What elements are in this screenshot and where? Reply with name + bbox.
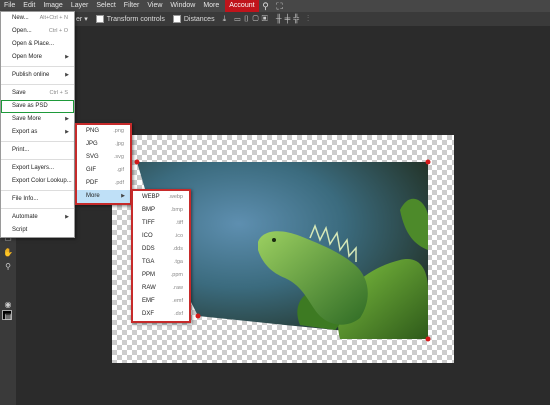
format-label: PNG	[86, 128, 100, 134]
menu-item-export-color-lookup[interactable]: Export Color Lookup...	[1, 175, 74, 188]
format-label: BMP	[142, 207, 156, 213]
menu-item-label: Automate	[12, 214, 38, 220]
export-gif[interactable]: GIF .gif	[77, 164, 130, 177]
chevron-right-icon: ▶	[65, 54, 69, 60]
more-formats-submenu: WEBP .webp BMP .bmp TIFF .tiff ICO .ico DDS.…	[131, 189, 191, 323]
export-webp[interactable]: WEBP .webp	[133, 191, 189, 204]
format-label: PDF	[86, 180, 98, 186]
export-ico[interactable]: ICO .ico	[133, 230, 189, 243]
transform-handle	[425, 159, 431, 165]
format-label: TIFF	[142, 220, 155, 226]
shortcut-label: Alt+Ctrl + N	[39, 15, 68, 21]
menu-item-publish-online[interactable]: Publish online ▶	[1, 69, 74, 82]
shortcut-label: Ctrl + O	[48, 28, 68, 34]
format-label: DDS	[142, 246, 155, 252]
format-label: SVG	[86, 154, 99, 160]
export-as-submenu: PNG .png JPG .jpg SVG .svg GIF .gif PDF .pdf …	[75, 123, 132, 205]
menu-item-label: Open More	[12, 54, 43, 60]
extension-label: .tiff	[175, 220, 183, 226]
chevron-right-icon: ▶	[65, 116, 69, 122]
export-svg[interactable]: SVG .svg	[77, 151, 130, 164]
chevron-right-icon: ▶	[121, 193, 125, 199]
menu-item-print[interactable]: Print...	[1, 144, 74, 157]
export-jpg[interactable]: JPG .jpg	[77, 138, 130, 151]
export-ppm[interactable]: PPM .ppm	[133, 269, 189, 282]
export-dds[interactable]: DDS .dds	[133, 243, 189, 256]
chevron-right-icon: ▶	[65, 129, 69, 135]
extension-label: .pdf	[114, 180, 124, 186]
format-label: WEBP	[142, 194, 160, 200]
export-raw[interactable]: RAW .raw	[133, 282, 189, 295]
menu-item-automate[interactable]: Automate ▶	[1, 211, 74, 224]
menu-item-new[interactable]: New... Alt+Ctrl + N	[1, 12, 74, 25]
export-bmp[interactable]: BMP .bmp	[133, 204, 189, 217]
menu-item-open-more[interactable]: Open More ▶	[1, 51, 74, 64]
extension-label: .ico	[174, 233, 183, 239]
transform-handle	[134, 159, 140, 165]
export-tga[interactable]: TGA .tga	[133, 256, 189, 269]
export-tiff[interactable]: TIFF .tiff	[133, 217, 189, 230]
format-label: RAW	[142, 285, 156, 291]
menu-item-open[interactable]: Open... Ctrl + O	[1, 25, 74, 38]
iguana-eye	[272, 238, 276, 242]
format-label: EMF	[142, 298, 155, 304]
menu-item-save-as-psd[interactable]: Save as PSD	[1, 100, 74, 113]
transform-handle	[195, 313, 201, 319]
menu-item-script[interactable]: Script	[1, 224, 74, 237]
export-png[interactable]: PNG .png	[77, 125, 130, 138]
chevron-right-icon: ▶	[65, 214, 69, 220]
menu-item-label: Open...	[12, 28, 32, 34]
chevron-right-icon: ▶	[65, 72, 69, 78]
menu-divider	[1, 141, 74, 142]
export-dxf[interactable]: DXF .dxf	[133, 308, 189, 321]
menu-item-save[interactable]: Save Ctrl + S	[1, 87, 74, 100]
export-pdf[interactable]: PDF .pdf	[77, 177, 130, 190]
menu-item-label: Save	[12, 90, 26, 96]
extension-label: .dxf	[174, 311, 183, 317]
menu-divider	[1, 84, 74, 85]
format-label: GIF	[86, 167, 96, 173]
menu-item-label: New...	[12, 15, 29, 21]
menu-divider	[1, 208, 74, 209]
extension-label: .ppm	[170, 272, 183, 278]
extension-label: .tga	[173, 259, 183, 265]
extension-label: .raw	[172, 285, 183, 291]
export-more[interactable]: More ▶	[77, 190, 130, 203]
extension-label: .gif	[116, 167, 124, 173]
extension-label: .emf	[172, 298, 183, 304]
menu-item-label: Save More	[12, 116, 42, 122]
extension-label: .bmp	[170, 207, 183, 213]
extension-label: .png	[113, 128, 124, 134]
menu-item-export-as[interactable]: Export as ▶	[1, 126, 74, 139]
menu-item-label: Publish online	[12, 72, 50, 78]
extension-label: .jpg	[115, 141, 124, 147]
extension-label: .svg	[113, 154, 124, 160]
menu-item-export-layers[interactable]: Export Layers...	[1, 162, 74, 175]
format-label: PPM	[142, 272, 156, 278]
menu-item-file-info[interactable]: File Info...	[1, 193, 74, 206]
extension-label: .webp	[168, 194, 183, 200]
format-label: DXF	[142, 311, 154, 317]
menu-divider	[1, 66, 74, 67]
format-label: TGA	[142, 259, 155, 265]
format-label: More	[86, 193, 100, 199]
transform-handle	[425, 336, 431, 342]
menu-divider	[1, 190, 74, 191]
file-menu: New... Alt+Ctrl + N Open... Ctrl + O Open …	[0, 11, 75, 238]
extension-label: .dds	[172, 246, 183, 252]
menu-item-save-more[interactable]: Save More ▶	[1, 113, 74, 126]
format-label: JPG	[86, 141, 98, 147]
format-label: ICO	[142, 233, 153, 239]
export-emf[interactable]: EMF .emf	[133, 295, 189, 308]
menu-divider	[1, 159, 74, 160]
menu-item-open-place[interactable]: Open & Place...	[1, 38, 74, 51]
menu-item-label: Export as	[12, 129, 38, 135]
shortcut-label: Ctrl + S	[49, 90, 69, 96]
